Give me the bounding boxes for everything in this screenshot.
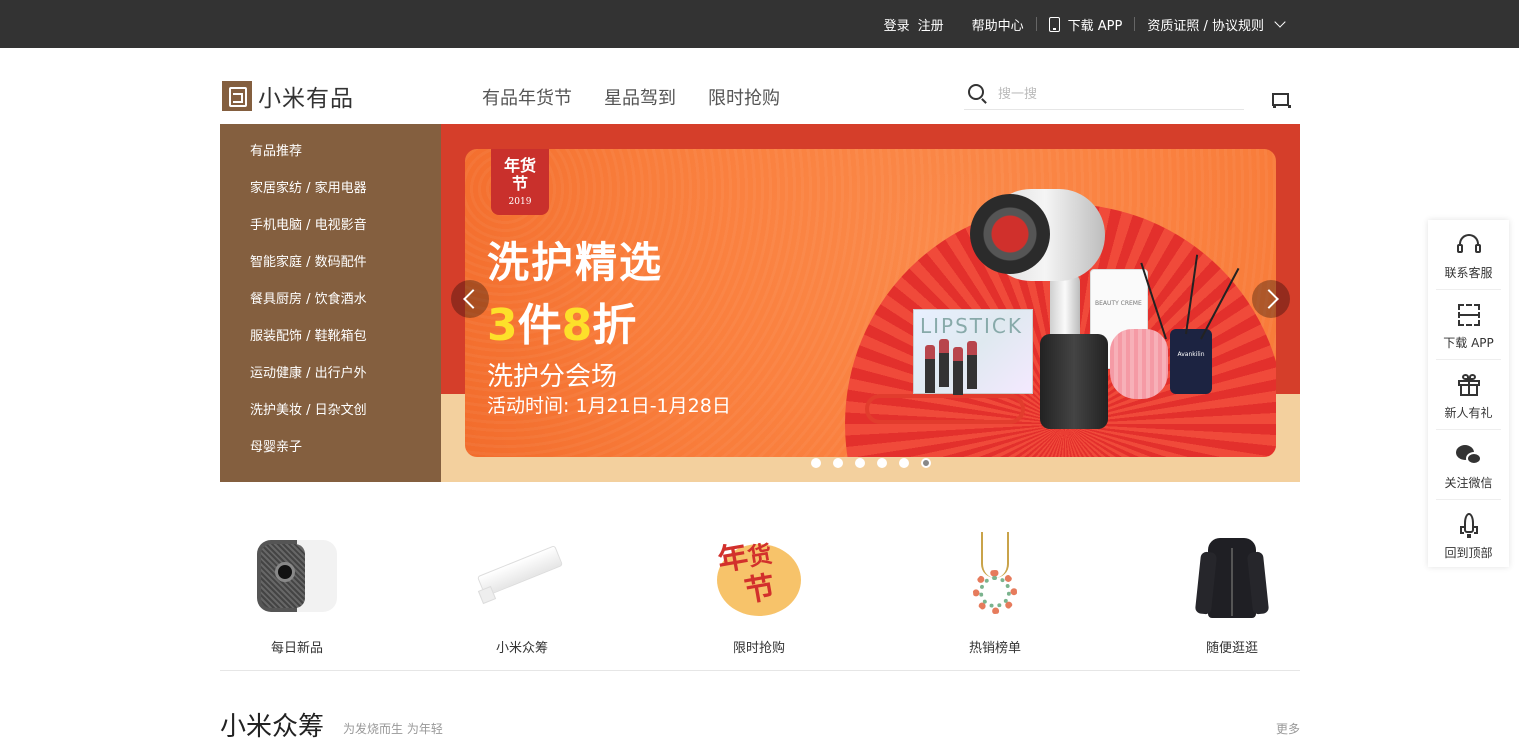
quick-category-daily-new[interactable]: 每日新品 xyxy=(217,482,377,656)
quick-category-label: 随便逛逛 xyxy=(1205,641,1258,656)
carousel-dot[interactable] xyxy=(899,458,909,468)
toolbar-label: 联系客服 xyxy=(1444,266,1493,280)
lipstick-image xyxy=(953,347,963,395)
divider xyxy=(1035,17,1037,31)
phone-icon xyxy=(1048,16,1060,32)
main-nav: 有品年货节 星品驾到 限时抢购 xyxy=(482,84,812,110)
quick-category-label: 热销榜单 xyxy=(968,641,1021,656)
toolbar-label: 关注微信 xyxy=(1444,476,1493,490)
shaver-image xyxy=(1040,334,1108,429)
toolbar-label: 回到顶部 xyxy=(1444,546,1493,560)
quick-category-label: 小米众筹 xyxy=(495,641,548,656)
category-item[interactable]: 服装配饰 / 鞋靴箱包 xyxy=(220,327,441,364)
search-icon[interactable] xyxy=(968,84,984,100)
newcomer-gift-button[interactable]: 新人有礼 xyxy=(1436,360,1501,430)
new-year-badge-icon: 年货节 xyxy=(709,530,809,630)
section-title: 小米众筹 xyxy=(220,712,325,742)
carousel-prev-button[interactable] xyxy=(451,280,489,318)
help-center-link[interactable]: 帮助中心 xyxy=(972,15,1024,34)
carousel-dots xyxy=(811,458,943,468)
diffuser-bottle-image: Avankilin xyxy=(1170,329,1212,394)
login-link[interactable]: 登录 xyxy=(884,15,910,34)
carousel-dot[interactable] xyxy=(833,458,843,468)
logo-text: 小米有品 xyxy=(258,86,354,112)
banner-slide[interactable]: 年货 节 2019 洗护精选 3件8折 洗护分会场 活动时间: 1月21日-1月… xyxy=(465,149,1276,457)
quick-category-best-sellers[interactable]: 热销榜单 xyxy=(915,482,1075,656)
logo-mark-icon xyxy=(222,81,252,111)
face-cleanser-image xyxy=(1110,329,1168,399)
carousel-next-button[interactable] xyxy=(1252,280,1290,318)
register-link[interactable]: 注册 xyxy=(918,15,944,34)
contact-service-button[interactable]: 联系客服 xyxy=(1436,220,1501,290)
lipstick-image xyxy=(925,345,935,393)
banner-title: 洗护精选 xyxy=(487,238,664,287)
nav-item-star-products[interactable]: 星品驾到 xyxy=(604,84,676,110)
logo[interactable]: 小米有品 xyxy=(222,79,354,113)
search-box xyxy=(964,80,1244,110)
category-menu: 有品推荐 家居家纺 / 家用电器 手机电脑 / 电视影音 智能家庭 / 数码配件… xyxy=(220,124,441,482)
lipstick-image xyxy=(967,341,977,389)
search-input[interactable] xyxy=(998,84,1228,104)
nav-item-flash-sale[interactable]: 限时抢购 xyxy=(708,84,780,110)
banner-subtitle: 洗护分会场 xyxy=(487,362,618,392)
carousel-dot-active[interactable] xyxy=(921,458,931,468)
top-bar: 登录 注册 帮助中心 下载 APP 资质证照 / 协议规则 xyxy=(0,0,1519,48)
section-subtitle: 为发烧而生 为年轻 xyxy=(343,722,443,736)
download-app-link[interactable]: 下载 APP xyxy=(1068,15,1123,34)
stamp-text: 节 xyxy=(511,174,528,193)
floating-toolbar: 联系客服 下载 APP 新人有礼 关注微信 回到顶部 xyxy=(1428,220,1509,567)
toolbar-label: 新人有礼 xyxy=(1444,406,1493,420)
quick-categories: 每日新品 小米众筹 年货节 限时抢购 热销榜单 随便逛逛 xyxy=(220,482,1300,671)
category-item[interactable]: 运动健康 / 出行户外 xyxy=(220,364,441,401)
banner-date: 活动时间: 1月21日-1月28日 xyxy=(487,395,731,417)
qr-scan-icon xyxy=(1456,302,1482,328)
rocket-icon xyxy=(1456,512,1482,538)
headset-icon xyxy=(1456,232,1482,258)
lipstick-image xyxy=(939,339,949,387)
top-links: 登录 注册 帮助中心 下载 APP 资质证照 / 协议规则 xyxy=(884,0,1286,48)
light-bar-icon xyxy=(472,530,572,630)
hair-dryer-image xyxy=(970,194,1050,274)
header: 小米有品 有品年货节 星品驾到 限时抢购 xyxy=(220,48,1300,124)
carousel-dot[interactable] xyxy=(811,458,821,468)
qualification-link[interactable]: 资质证照 / 协议规则 xyxy=(1147,15,1264,34)
jacket-icon xyxy=(1182,530,1282,630)
divider xyxy=(1134,17,1136,31)
crowdfunding-section-header: 小米众筹 为发烧而生 为年轻 更多 xyxy=(220,704,1300,744)
toolbar-label: 下载 APP xyxy=(1443,336,1494,350)
stamp-text: 年货 xyxy=(503,156,536,175)
download-app-button[interactable]: 下载 APP xyxy=(1436,290,1501,360)
projector-icon xyxy=(247,530,347,630)
quick-category-crowdfunding[interactable]: 小米众筹 xyxy=(442,482,602,656)
cart-icon[interactable] xyxy=(1270,93,1291,108)
quick-category-flash-sale[interactable]: 年货节 限时抢购 xyxy=(679,482,839,656)
cloud-decoration xyxy=(865,394,1025,424)
banner-offer: 3件8折 xyxy=(487,300,637,351)
more-link[interactable]: 更多 xyxy=(1276,720,1300,737)
category-item[interactable]: 智能家庭 / 数码配件 xyxy=(220,253,441,290)
category-item[interactable]: 手机电脑 / 电视影音 xyxy=(220,216,441,253)
stamp-year: 2019 xyxy=(508,197,532,207)
category-item[interactable]: 家居家纺 / 家用电器 xyxy=(220,179,441,216)
category-item[interactable]: 有品推荐 xyxy=(220,142,441,179)
gift-icon xyxy=(1456,372,1482,398)
quick-category-browse[interactable]: 随便逛逛 xyxy=(1152,482,1312,656)
category-item[interactable]: 母婴亲子 xyxy=(220,438,441,475)
back-to-top-button[interactable]: 回到顶部 xyxy=(1436,500,1501,570)
category-item[interactable]: 洗护美妆 / 日杂文创 xyxy=(220,401,441,438)
promo-banner[interactable]: 年货 节 2019 洗护精选 3件8折 洗护分会场 活动时间: 1月21日-1月… xyxy=(441,124,1300,482)
chevron-down-icon[interactable] xyxy=(1274,16,1286,28)
quick-category-label: 每日新品 xyxy=(270,641,323,656)
nav-item-new-year-festival[interactable]: 有品年货节 xyxy=(482,84,572,110)
wechat-icon xyxy=(1455,442,1482,468)
category-item[interactable]: 餐具厨房 / 饮食酒水 xyxy=(220,290,441,327)
necklace-icon xyxy=(945,530,1045,630)
new-year-stamp: 年货 节 2019 xyxy=(491,149,549,215)
follow-wechat-button[interactable]: 关注微信 xyxy=(1436,430,1501,500)
quick-category-label: 限时抢购 xyxy=(732,641,785,656)
carousel-dot[interactable] xyxy=(855,458,865,468)
carousel-dot[interactable] xyxy=(877,458,887,468)
